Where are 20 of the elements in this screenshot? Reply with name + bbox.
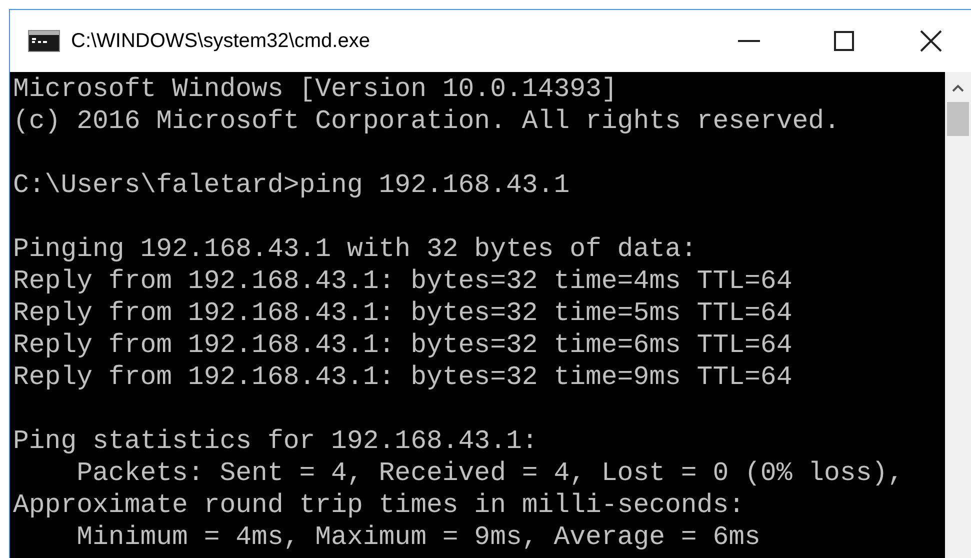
maximize-icon	[834, 31, 854, 51]
console-line: Minimum = 4ms, Maximum = 9ms, Average = 6ms	[76, 521, 760, 553]
console-icon	[28, 30, 60, 52]
console-line: Reply from 192.168.43.1: bytes=32 time=6ms TTL=64	[13, 329, 792, 361]
minimize-icon	[738, 40, 760, 42]
close-icon	[920, 30, 942, 52]
console-line: (c) 2016 Microsoft Corporation. All rights reserved.	[13, 105, 840, 137]
console-line: Microsoft Windows [Version 10.0.14393]	[13, 73, 618, 105]
scrollbar-thumb[interactable]	[947, 102, 969, 136]
console-line: C:\Users\faletard>ping 192.168.43.1	[13, 169, 570, 201]
console-line: Approximate round trip times in milli-seconds:	[13, 489, 745, 521]
console-line: Reply from 192.168.43.1: bytes=32 time=5ms TTL=64	[13, 297, 792, 329]
console-line: Ping statistics for 192.168.43.1:	[13, 425, 538, 457]
console-line: Reply from 192.168.43.1: bytes=32 time=4ms TTL=64	[13, 265, 792, 297]
scroll-up-icon[interactable]	[952, 84, 964, 92]
window-title: C:\WINDOWS\system32\cmd.exe	[71, 29, 370, 54]
console-line: Packets: Sent = 4, Received = 4, Lost = 0 (0% loss),	[76, 457, 904, 489]
scrollbar[interactable]	[945, 72, 971, 558]
console-line: Pinging 192.168.43.1 with 32 bytes of data:	[13, 233, 697, 265]
console-line: Reply from 192.168.43.1: bytes=32 time=9ms TTL=64	[13, 361, 792, 393]
